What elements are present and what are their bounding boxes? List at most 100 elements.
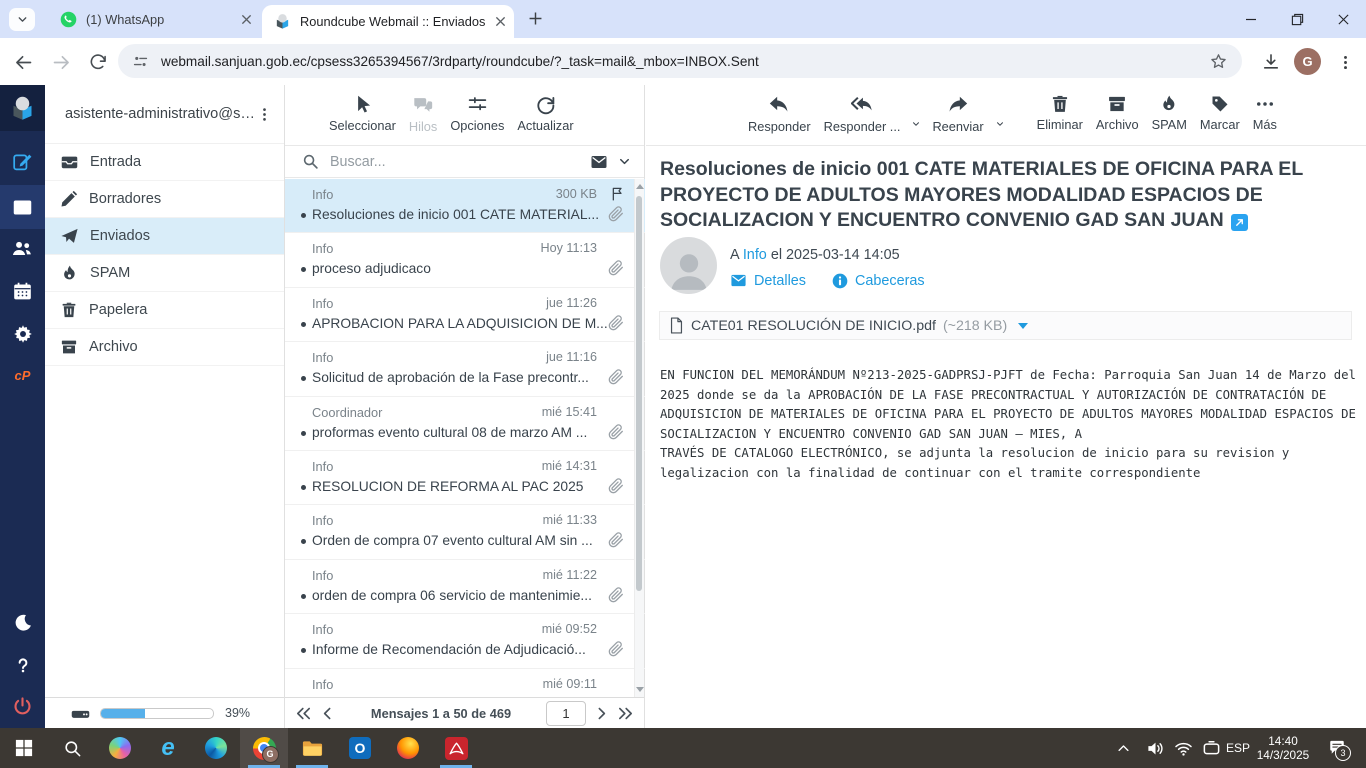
search-scope-mail-icon[interactable] (590, 153, 608, 171)
forward-button[interactable]: Reenviar (930, 94, 985, 134)
acrobat-icon (445, 737, 468, 760)
start-button[interactable] (0, 728, 48, 768)
bookmark-star-icon[interactable] (1209, 52, 1228, 71)
first-page-icon[interactable] (295, 705, 312, 722)
folder-label: Archivo (89, 339, 138, 355)
tray-clock[interactable]: 14:40 14/3/2025 (1250, 728, 1316, 768)
action-center-button[interactable]: 3 (1320, 728, 1354, 768)
edge-icon (205, 737, 227, 759)
prev-page-icon[interactable] (319, 705, 336, 722)
outlook-button[interactable] (336, 728, 384, 768)
internet-explorer-button[interactable] (144, 728, 192, 768)
spam-flame-icon (1159, 94, 1179, 114)
message-row[interactable]: Info Hoy 11:13 proceso adjudicaco (285, 233, 645, 287)
back-button[interactable] (10, 49, 36, 75)
tab-close-icon[interactable] (495, 16, 506, 27)
message-row[interactable]: Info mié 11:22 orden de compra 06 servic… (285, 560, 645, 614)
headers-link[interactable]: Cabeceras (855, 273, 925, 289)
sender-link[interactable]: Info (743, 247, 767, 263)
message-row[interactable]: Info mié 09:11 (285, 669, 645, 697)
tab-close-icon[interactable] (241, 14, 252, 25)
folder-trash[interactable]: Papelera (45, 292, 284, 329)
search-input[interactable] (328, 153, 581, 171)
edge-button[interactable] (192, 728, 240, 768)
restore-button[interactable] (1274, 0, 1320, 38)
taskbar-search-button[interactable] (48, 728, 96, 768)
select-button[interactable]: Seleccionar (327, 94, 398, 133)
folder-drafts[interactable]: Borradores (45, 181, 284, 218)
account-menu-icon[interactable] (257, 107, 272, 122)
forward-button[interactable] (48, 49, 74, 75)
refresh-button[interactable]: Actualizar (515, 94, 575, 133)
site-settings-icon[interactable] (132, 53, 149, 70)
attachment-size: (~218 KB) (943, 318, 1007, 334)
attachment-menu-icon[interactable] (1018, 323, 1028, 329)
browser-profile-avatar[interactable]: G (1294, 48, 1321, 75)
archive-icon (1107, 94, 1127, 114)
address-bar[interactable]: webmail.sanjuan.gob.ec/cpsess3265394567/… (118, 44, 1242, 78)
page-number-input[interactable] (546, 701, 586, 726)
folder-archive[interactable]: Archivo (45, 329, 284, 366)
tray-wifi[interactable] (1168, 728, 1198, 768)
message-row[interactable]: Info jue 11:26 APROBACION PARA LA ADQUIS… (285, 288, 645, 342)
search-options-chevron-icon[interactable] (617, 154, 632, 169)
chrome-taskbar-button[interactable]: G (240, 728, 288, 768)
cpanel-icon[interactable]: cP (0, 357, 45, 393)
options-button[interactable]: Opciones (448, 94, 506, 133)
tab-roundcube[interactable]: Roundcube Webmail :: Enviados (262, 5, 514, 38)
browser-menu-icon[interactable] (1332, 49, 1358, 75)
last-page-icon[interactable] (617, 705, 634, 722)
forward-menu-icon[interactable] (995, 119, 1005, 129)
folder-sent[interactable]: Enviados (45, 218, 284, 255)
spam-button[interactable]: SPAM (1150, 94, 1189, 132)
reply-all-menu-icon[interactable] (911, 119, 921, 129)
download-icon[interactable] (1258, 49, 1284, 75)
reply-all-button[interactable]: Responder ... (822, 94, 903, 134)
details-link[interactable]: Detalles (754, 273, 806, 289)
open-in-new-window-icon[interactable] (1231, 214, 1248, 231)
mail-nav-icon[interactable] (0, 185, 45, 229)
next-page-icon[interactable] (593, 705, 610, 722)
folder-inbox[interactable]: Entrada (45, 144, 284, 181)
calendar-icon[interactable] (0, 273, 45, 309)
message-row[interactable]: Info 300 KB Resoluciones de inicio 001 C… (285, 179, 645, 233)
new-tab-button[interactable] (527, 10, 544, 27)
tab-whatsapp[interactable]: (1) WhatsApp (46, 0, 260, 38)
dark-mode-moon-icon[interactable] (0, 605, 45, 641)
tray-volume[interactable] (1140, 728, 1170, 768)
tray-show-hidden-icons[interactable] (1108, 728, 1138, 768)
message-row[interactable]: Info mié 11:33 Orden de compra 07 evento… (285, 505, 645, 559)
help-icon[interactable] (0, 647, 45, 683)
scrollbar-thumb[interactable] (636, 196, 642, 591)
compose-icon[interactable] (0, 143, 45, 179)
close-window-button[interactable] (1320, 0, 1366, 38)
message-row[interactable]: Coordinador mié 15:41 proformas evento c… (285, 397, 645, 451)
firefox-button[interactable] (384, 728, 432, 768)
message-row[interactable]: Info mié 14:31 RESOLUCION DE REFORMA AL … (285, 451, 645, 505)
copilot-button[interactable] (96, 728, 144, 768)
scroll-up-icon[interactable] (636, 184, 644, 189)
folder-spam[interactable]: SPAM (45, 255, 284, 292)
flag-icon[interactable] (610, 186, 626, 202)
refresh-icon (535, 94, 556, 115)
webmail-app: cP asistente-administrativo@sa... Entrad… (0, 85, 1366, 728)
message-row[interactable]: Info mié 09:52 Informe de Recomendación … (285, 614, 645, 668)
file-explorer-button[interactable] (288, 728, 336, 768)
reload-button[interactable] (85, 49, 111, 75)
settings-gear-icon[interactable] (0, 316, 45, 352)
message-row[interactable]: Info jue 11:16 Solicitud de aprobación d… (285, 342, 645, 396)
logout-power-icon[interactable] (0, 688, 45, 724)
tab-search-button[interactable] (9, 8, 35, 31)
archive-button[interactable]: Archivo (1094, 94, 1141, 132)
scroll-down-icon[interactable] (636, 687, 644, 692)
more-button[interactable]: Más (1251, 94, 1279, 132)
tab-title: Roundcube Webmail :: Enviados (300, 14, 489, 29)
attachment-row[interactable]: CATE01 RESOLUCIÓN DE INICIO.pdf (~218 KB… (659, 311, 1352, 340)
acrobat-button[interactable] (432, 728, 480, 768)
contacts-icon[interactable] (0, 230, 45, 266)
list-scrollbar[interactable] (634, 179, 644, 697)
delete-button[interactable]: Eliminar (1035, 94, 1085, 132)
mark-button[interactable]: Marcar (1198, 94, 1242, 132)
minimize-button[interactable] (1228, 0, 1274, 38)
reply-button[interactable]: Responder (746, 94, 813, 134)
